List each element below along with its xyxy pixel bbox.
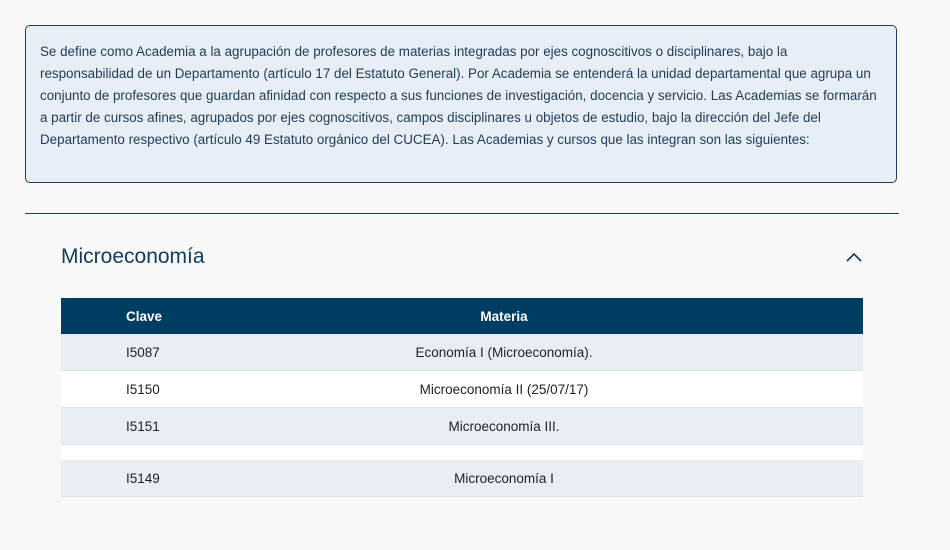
- table-row: I5151 Microeconomía III.: [61, 408, 863, 445]
- table-row: I5087 Economía I (Microeconomía).: [61, 334, 863, 371]
- chevron-up-icon[interactable]: [845, 248, 863, 266]
- section-divider: [25, 213, 899, 214]
- table-row: I5149 Microeconomía I: [61, 460, 863, 497]
- table-row: I5150 Microeconomía II (25/07/17): [61, 371, 863, 408]
- accordion-header-microeconomia[interactable]: Microeconomía: [61, 240, 863, 274]
- page: Se define como Academia a la agrupación …: [0, 0, 950, 550]
- cell-clave: I5150: [126, 381, 160, 397]
- cell-clave: I5087: [126, 344, 160, 360]
- courses-table: Clave Materia I5087 Economía I (Microeco…: [61, 298, 863, 497]
- cell-materia: Economía I (Microeconomía).: [415, 344, 593, 360]
- header-materia: Materia: [480, 308, 528, 324]
- cell-materia: Microeconomía II (25/07/17): [419, 381, 589, 397]
- academia-description: Se define como Academia a la agrupación …: [40, 44, 877, 147]
- cell-materia: Microeconomía III.: [448, 418, 560, 434]
- table-header-row: Clave Materia: [61, 298, 863, 334]
- section-title: Microeconomía: [61, 245, 205, 268]
- cell-materia: Microeconomía I: [454, 470, 554, 486]
- header-clave: Clave: [126, 308, 163, 324]
- cell-clave: I5151: [126, 418, 160, 434]
- cell-clave: I5149: [126, 470, 160, 486]
- academia-info-box: Se define como Academia a la agrupación …: [25, 25, 897, 183]
- table-spacer-row: [61, 445, 863, 460]
